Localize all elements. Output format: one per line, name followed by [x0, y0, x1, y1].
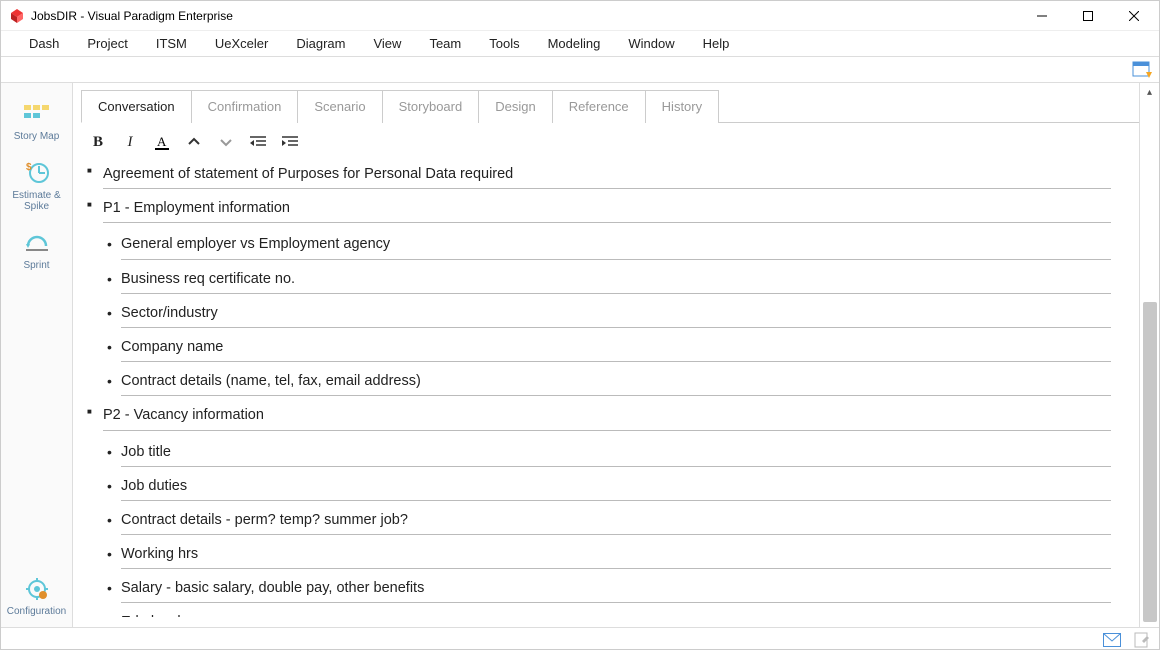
note-line[interactable]: Job title — [121, 441, 1111, 467]
menu-diagram[interactable]: Diagram — [282, 32, 359, 55]
scroll-up-icon[interactable]: ▴ — [1147, 87, 1152, 98]
tab-reference[interactable]: Reference — [552, 90, 646, 123]
note-line[interactable]: Company name — [121, 336, 1111, 362]
story-map-icon — [22, 101, 52, 127]
menu-view[interactable]: View — [359, 32, 415, 55]
menu-tools[interactable]: Tools — [475, 32, 533, 55]
list-item: Business req certificate no. — [121, 268, 1111, 294]
menu-project[interactable]: Project — [73, 32, 141, 55]
note-icon[interactable] — [1133, 631, 1151, 649]
note-line[interactable]: Edu level — [121, 611, 1111, 617]
note-line[interactable]: Contract details - perm? temp? summer jo… — [121, 509, 1111, 535]
statusbar — [1, 627, 1159, 651]
list-item: Contract details (name, tel, fax, email … — [121, 370, 1111, 396]
svg-text:A: A — [157, 134, 167, 149]
close-button[interactable] — [1111, 1, 1157, 31]
window-title: JobsDIR - Visual Paradigm Enterprise — [31, 9, 233, 23]
bold-button[interactable]: B — [89, 133, 107, 151]
outdent-button[interactable] — [249, 133, 267, 151]
expand-icon[interactable] — [217, 133, 235, 151]
tab-storyboard[interactable]: Storyboard — [382, 90, 480, 123]
menu-uexceler[interactable]: UeXceler — [201, 32, 282, 55]
rail-label: Estimate & Spike — [3, 190, 70, 212]
list-item: Working hrs — [121, 543, 1111, 569]
menubar: Dash Project ITSM UeXceler Diagram View … — [1, 31, 1159, 57]
sprint-icon — [24, 230, 50, 256]
rail-story-map[interactable]: Story Map — [1, 93, 72, 152]
switch-diagram-icon[interactable] — [1131, 60, 1153, 80]
conversation-tabs: Conversation Confirmation Scenario Story… — [81, 89, 1139, 123]
maximize-button[interactable] — [1065, 1, 1111, 31]
app-icon — [9, 8, 25, 24]
italic-button[interactable]: I — [121, 133, 139, 151]
tab-confirmation[interactable]: Confirmation — [191, 90, 299, 123]
list-item: Agreement of statement of Purposes for P… — [103, 163, 1111, 189]
list-item: Contract details - perm? temp? summer jo… — [121, 509, 1111, 535]
note-line[interactable]: Job duties — [121, 475, 1111, 501]
rail-sprint[interactable]: Sprint — [1, 222, 72, 281]
gear-icon — [24, 576, 50, 602]
list-item: Job duties — [121, 475, 1111, 501]
menu-window[interactable]: Window — [614, 32, 688, 55]
right-gutter: ▴ — [1139, 83, 1159, 627]
note-line[interactable]: General employer vs Employment agency — [121, 233, 1111, 259]
tab-history[interactable]: History — [645, 90, 719, 123]
list-item: P2 - Vacancy information Job title Job d… — [103, 404, 1111, 617]
toolstrip — [1, 57, 1159, 83]
rail-label: Sprint — [23, 260, 49, 271]
scrollbar-thumb[interactable] — [1143, 302, 1157, 622]
left-rail: Story Map $ Estimate & Spike — [1, 83, 73, 627]
note-line[interactable]: Agreement of statement of Purposes for P… — [103, 163, 1111, 189]
note-body[interactable]: Agreement of statement of Purposes for P… — [81, 159, 1139, 617]
list-item: Company name — [121, 336, 1111, 362]
main-area: Story Map $ Estimate & Spike — [1, 83, 1159, 627]
note-line[interactable]: Working hrs — [121, 543, 1111, 569]
editor-area: Conversation Confirmation Scenario Story… — [73, 83, 1139, 627]
note-line[interactable]: Salary - basic salary, double pay, other… — [121, 577, 1111, 603]
font-color-button[interactable]: A — [153, 133, 171, 151]
list-item: Edu level — [121, 611, 1111, 617]
estimate-icon: $ — [24, 160, 50, 186]
menu-dash[interactable]: Dash — [15, 32, 73, 55]
scrollbar-track[interactable] — [1142, 102, 1158, 623]
note-line[interactable]: P1 - Employment information — [103, 197, 1111, 223]
note-line[interactable]: Contract details (name, tel, fax, email … — [121, 370, 1111, 396]
note-line[interactable]: Business req certificate no. — [121, 268, 1111, 294]
rail-label: Story Map — [14, 131, 60, 142]
collapse-icon[interactable] — [185, 133, 203, 151]
format-toolbar: B I A — [81, 123, 1139, 159]
menu-itsm[interactable]: ITSM — [142, 32, 201, 55]
rail-estimate-spike[interactable]: $ Estimate & Spike — [1, 152, 72, 222]
menu-help[interactable]: Help — [689, 32, 744, 55]
menu-team[interactable]: Team — [415, 32, 475, 55]
titlebar: JobsDIR - Visual Paradigm Enterprise — [1, 1, 1159, 31]
mail-icon[interactable] — [1103, 631, 1121, 649]
rail-label: Configuration — [7, 606, 66, 617]
list-item: P1 - Employment information General empl… — [103, 197, 1111, 396]
note-line[interactable]: P2 - Vacancy information — [103, 404, 1111, 430]
svg-text:$: $ — [26, 162, 32, 173]
list-item: Sector/industry — [121, 302, 1111, 328]
list-item: General employer vs Employment agency — [121, 233, 1111, 259]
indent-button[interactable] — [281, 133, 299, 151]
rail-configuration[interactable]: Configuration — [1, 568, 72, 627]
tab-scenario[interactable]: Scenario — [297, 90, 382, 123]
list-item: Job title — [121, 441, 1111, 467]
menu-modeling[interactable]: Modeling — [534, 32, 615, 55]
tab-conversation[interactable]: Conversation — [81, 90, 192, 123]
minimize-button[interactable] — [1019, 1, 1065, 31]
tab-design[interactable]: Design — [478, 90, 552, 123]
list-item: Salary - basic salary, double pay, other… — [121, 577, 1111, 603]
note-line[interactable]: Sector/industry — [121, 302, 1111, 328]
content: Conversation Confirmation Scenario Story… — [73, 83, 1159, 627]
